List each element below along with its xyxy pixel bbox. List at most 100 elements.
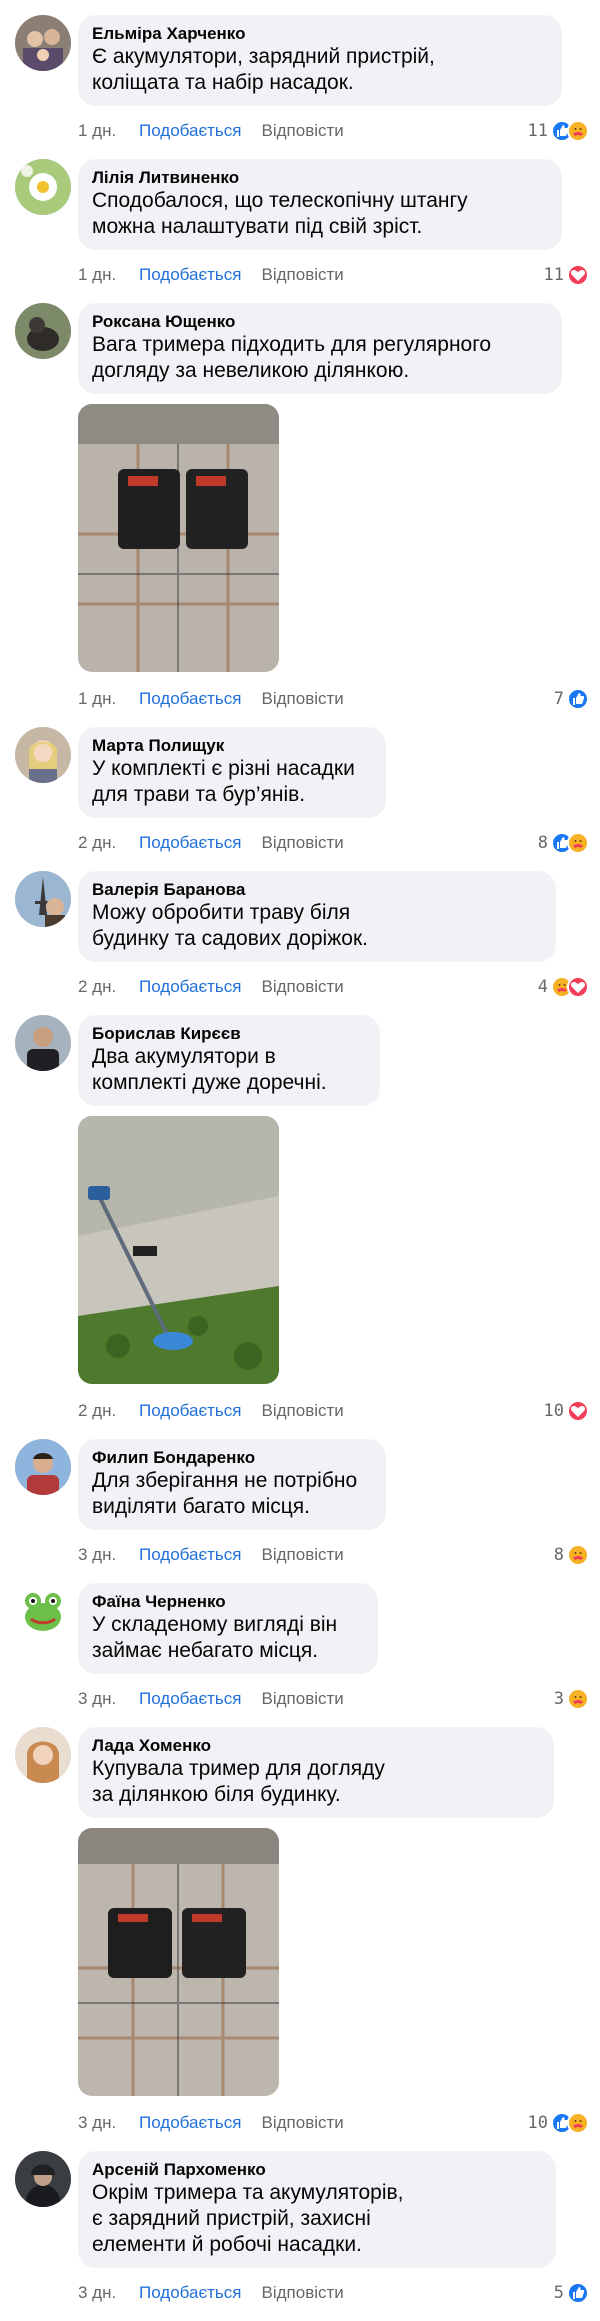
reactions-summary[interactable]: 4 <box>538 975 589 999</box>
reactions-summary[interactable]: 3 <box>554 1687 589 1711</box>
avatar[interactable] <box>15 159 71 215</box>
avatar[interactable] <box>15 15 71 71</box>
comment-author[interactable]: Марта Полищук <box>92 735 372 756</box>
comment-time[interactable]: 3 дн. <box>78 2111 139 2135</box>
reactions-summary[interactable]: 5 <box>554 2281 589 2305</box>
avatar[interactable] <box>15 1439 71 1495</box>
comment-author[interactable]: Арсеній Пархоменко <box>92 2159 542 2180</box>
avatar[interactable] <box>15 1015 71 1071</box>
comment-author[interactable]: Валерія Баранова <box>92 879 542 900</box>
care-emoji-icon <box>567 2112 589 2134</box>
comment-author[interactable]: Роксана Ющенко <box>92 311 548 332</box>
avatar[interactable] <box>15 871 71 927</box>
avatar[interactable] <box>15 727 71 783</box>
reaction-count: 10 <box>527 2113 548 2133</box>
thumbs-up-icon <box>567 688 589 710</box>
reactions-summary[interactable]: 10 <box>528 2111 589 2135</box>
comment-author[interactable]: Лілія Литвиненко <box>92 167 548 188</box>
comment-actions: 3 дн. Подобається Відповісти <box>78 2111 344 2135</box>
reactions-summary[interactable]: 11 <box>528 119 589 143</box>
heart-icon <box>567 1400 589 1422</box>
reaction-count: 11 <box>527 121 548 141</box>
comment-actions: 2 дн. Подобається Відповісти <box>78 975 344 999</box>
reaction-count: 10 <box>543 1401 564 1421</box>
reply-link[interactable]: Відповісти <box>262 2281 344 2305</box>
comment-bubble: Роксана Ющенко Вага тримера підходить дл… <box>78 303 562 394</box>
comment-actions: 1 дн. Подобається Відповісти <box>78 687 344 711</box>
comment-text: Сподобалося, що телескопічну штангу можн… <box>92 189 468 238</box>
comment-actions: 3 дн. Подобається Відповісти <box>78 1687 344 1711</box>
like-link[interactable]: Подобається <box>139 687 242 711</box>
comment-text: Можу обробити траву біля будинку та садо… <box>92 901 368 950</box>
reaction-count: 3 <box>553 1689 564 1709</box>
reaction-count: 8 <box>537 833 548 853</box>
comment-bubble: Фаїна Черненко У складеному вигляді він … <box>78 1583 378 1674</box>
reactions-summary[interactable]: 7 <box>554 687 589 711</box>
comment-bubble: Лілія Литвиненко Сподобалося, що телеско… <box>78 159 562 250</box>
reaction-count: 7 <box>553 689 564 709</box>
like-link[interactable]: Подобається <box>139 263 242 287</box>
reaction-count: 4 <box>537 977 548 997</box>
reactions-summary[interactable]: 8 <box>554 1543 589 1567</box>
comment-time[interactable]: 2 дн. <box>78 1399 139 1423</box>
comment-author[interactable]: Филип Бондаренко <box>92 1447 372 1468</box>
comment-text: У комплекті є різні насадки для трави та… <box>92 757 355 806</box>
reactions-summary[interactable]: 11 <box>544 263 589 287</box>
avatar[interactable] <box>15 2151 71 2207</box>
avatar[interactable] <box>15 303 71 359</box>
like-link[interactable]: Подобається <box>139 1687 242 1711</box>
comment-photo[interactable] <box>78 1116 279 1384</box>
comment-photo[interactable] <box>78 1828 279 2096</box>
comment-time[interactable]: 1 дн. <box>78 687 139 711</box>
reply-link[interactable]: Відповісти <box>262 831 344 855</box>
comment-time[interactable]: 3 дн. <box>78 1687 139 1711</box>
comment-author[interactable]: Ельміра Харченко <box>92 23 548 44</box>
like-link[interactable]: Подобається <box>139 831 242 855</box>
reaction-count: 8 <box>553 1545 564 1565</box>
comment-time[interactable]: 1 дн. <box>78 119 139 143</box>
comment-text: Є акумулятори, зарядний пристрій, коліща… <box>92 45 435 94</box>
comment-actions: 1 дн. Подобається Відповісти <box>78 119 344 143</box>
reply-link[interactable]: Відповісти <box>262 1399 344 1423</box>
comment-text: Для зберігання не потрібно виділяти бага… <box>92 1469 358 1518</box>
comment-time[interactable]: 2 дн. <box>78 975 139 999</box>
comment-time[interactable]: 3 дн. <box>78 2281 139 2305</box>
care-emoji-icon <box>567 120 589 142</box>
comment-text: У складеному вигляді він займає небагато… <box>92 1613 338 1662</box>
comment-text: Вага тримера підходить для регулярного д… <box>92 333 492 382</box>
reply-link[interactable]: Відповісти <box>262 687 344 711</box>
care-emoji-icon <box>567 1544 589 1566</box>
reactions-summary[interactable]: 8 <box>538 831 589 855</box>
avatar[interactable] <box>15 1583 71 1639</box>
care-emoji-icon <box>567 832 589 854</box>
comment-bubble: Валерія Баранова Можу обробити траву біл… <box>78 871 556 962</box>
comment-author[interactable]: Фаїна Черненко <box>92 1591 364 1612</box>
comment-bubble: Лада Хоменко Купувала тример для догляду… <box>78 1727 554 1818</box>
like-link[interactable]: Подобається <box>139 2111 242 2135</box>
reply-link[interactable]: Відповісти <box>262 119 344 143</box>
reply-link[interactable]: Відповісти <box>262 975 344 999</box>
comment-actions: 1 дн. Подобається Відповісти <box>78 263 344 287</box>
like-link[interactable]: Подобається <box>139 1399 242 1423</box>
comment-bubble: Ельміра Харченко Є акумулятори, зарядний… <box>78 15 562 106</box>
comment-actions: 2 дн. Подобається Відповісти <box>78 1399 344 1423</box>
comment-photo[interactable] <box>78 404 279 672</box>
comment-author[interactable]: Борислав Кирєєв <box>92 1023 366 1044</box>
reply-link[interactable]: Відповісти <box>262 1687 344 1711</box>
reply-link[interactable]: Відповісти <box>262 2111 344 2135</box>
like-link[interactable]: Подобається <box>139 975 242 999</box>
care-emoji-icon <box>567 1688 589 1710</box>
comment-text: Окрім тримера та акумуляторів, є зарядни… <box>92 2181 404 2256</box>
comment-bubble: Марта Полищук У комплекті є різні насадк… <box>78 727 386 818</box>
like-link[interactable]: Подобається <box>139 1543 242 1567</box>
like-link[interactable]: Подобається <box>139 119 242 143</box>
comment-time[interactable]: 1 дн. <box>78 263 139 287</box>
like-link[interactable]: Подобається <box>139 2281 242 2305</box>
reactions-summary[interactable]: 10 <box>544 1399 589 1423</box>
comment-time[interactable]: 3 дн. <box>78 1543 139 1567</box>
reply-link[interactable]: Відповісти <box>262 263 344 287</box>
comment-author[interactable]: Лада Хоменко <box>92 1735 540 1756</box>
reply-link[interactable]: Відповісти <box>262 1543 344 1567</box>
comment-time[interactable]: 2 дн. <box>78 831 139 855</box>
avatar[interactable] <box>15 1727 71 1783</box>
